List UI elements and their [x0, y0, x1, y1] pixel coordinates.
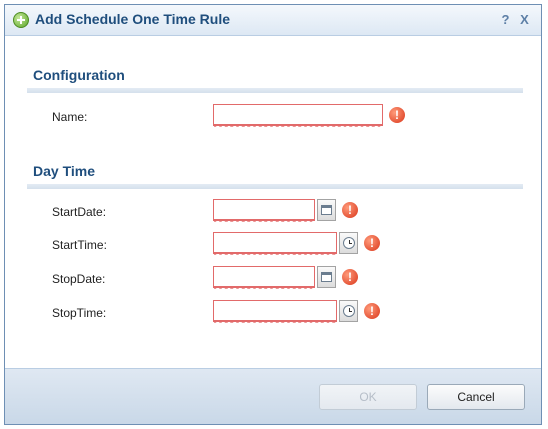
- error-icon: !: [342, 202, 358, 218]
- start-date-label: StartDate:: [52, 205, 107, 219]
- dialog-titlebar: Add Schedule One Time Rule ? X: [5, 5, 541, 36]
- section-day-time: Day Time: [33, 163, 95, 179]
- dialog-footer: OK Cancel: [5, 368, 541, 424]
- add-schedule-dialog: Add Schedule One Time Rule ? X Configura…: [4, 4, 542, 425]
- clock-icon[interactable]: [339, 232, 358, 254]
- error-icon: !: [342, 269, 358, 285]
- stop-date-field[interactable]: [213, 266, 315, 289]
- ok-button[interactable]: OK: [319, 384, 417, 410]
- name-label: Name:: [52, 110, 88, 124]
- section-divider: [27, 88, 523, 93]
- close-icon[interactable]: X: [517, 12, 532, 27]
- dialog-title: Add Schedule One Time Rule: [35, 11, 231, 27]
- help-icon[interactable]: ?: [498, 12, 513, 27]
- calendar-icon[interactable]: [317, 199, 336, 221]
- clock-icon[interactable]: [339, 300, 358, 322]
- error-icon: !: [389, 107, 405, 123]
- name-field[interactable]: [213, 104, 383, 127]
- stop-time-field[interactable]: [213, 300, 337, 323]
- stop-time-label: StopTime:: [52, 306, 107, 320]
- add-icon: [13, 12, 29, 28]
- stop-date-label: StopDate:: [52, 272, 106, 286]
- start-time-field[interactable]: [213, 232, 337, 255]
- start-time-label: StartTime:: [52, 238, 107, 252]
- cancel-button[interactable]: Cancel: [427, 384, 525, 410]
- error-icon: !: [364, 303, 380, 319]
- error-icon: !: [364, 235, 380, 251]
- section-configuration: Configuration: [33, 67, 125, 83]
- start-date-field[interactable]: [213, 199, 315, 222]
- section-divider: [27, 184, 523, 189]
- calendar-icon[interactable]: [317, 266, 336, 288]
